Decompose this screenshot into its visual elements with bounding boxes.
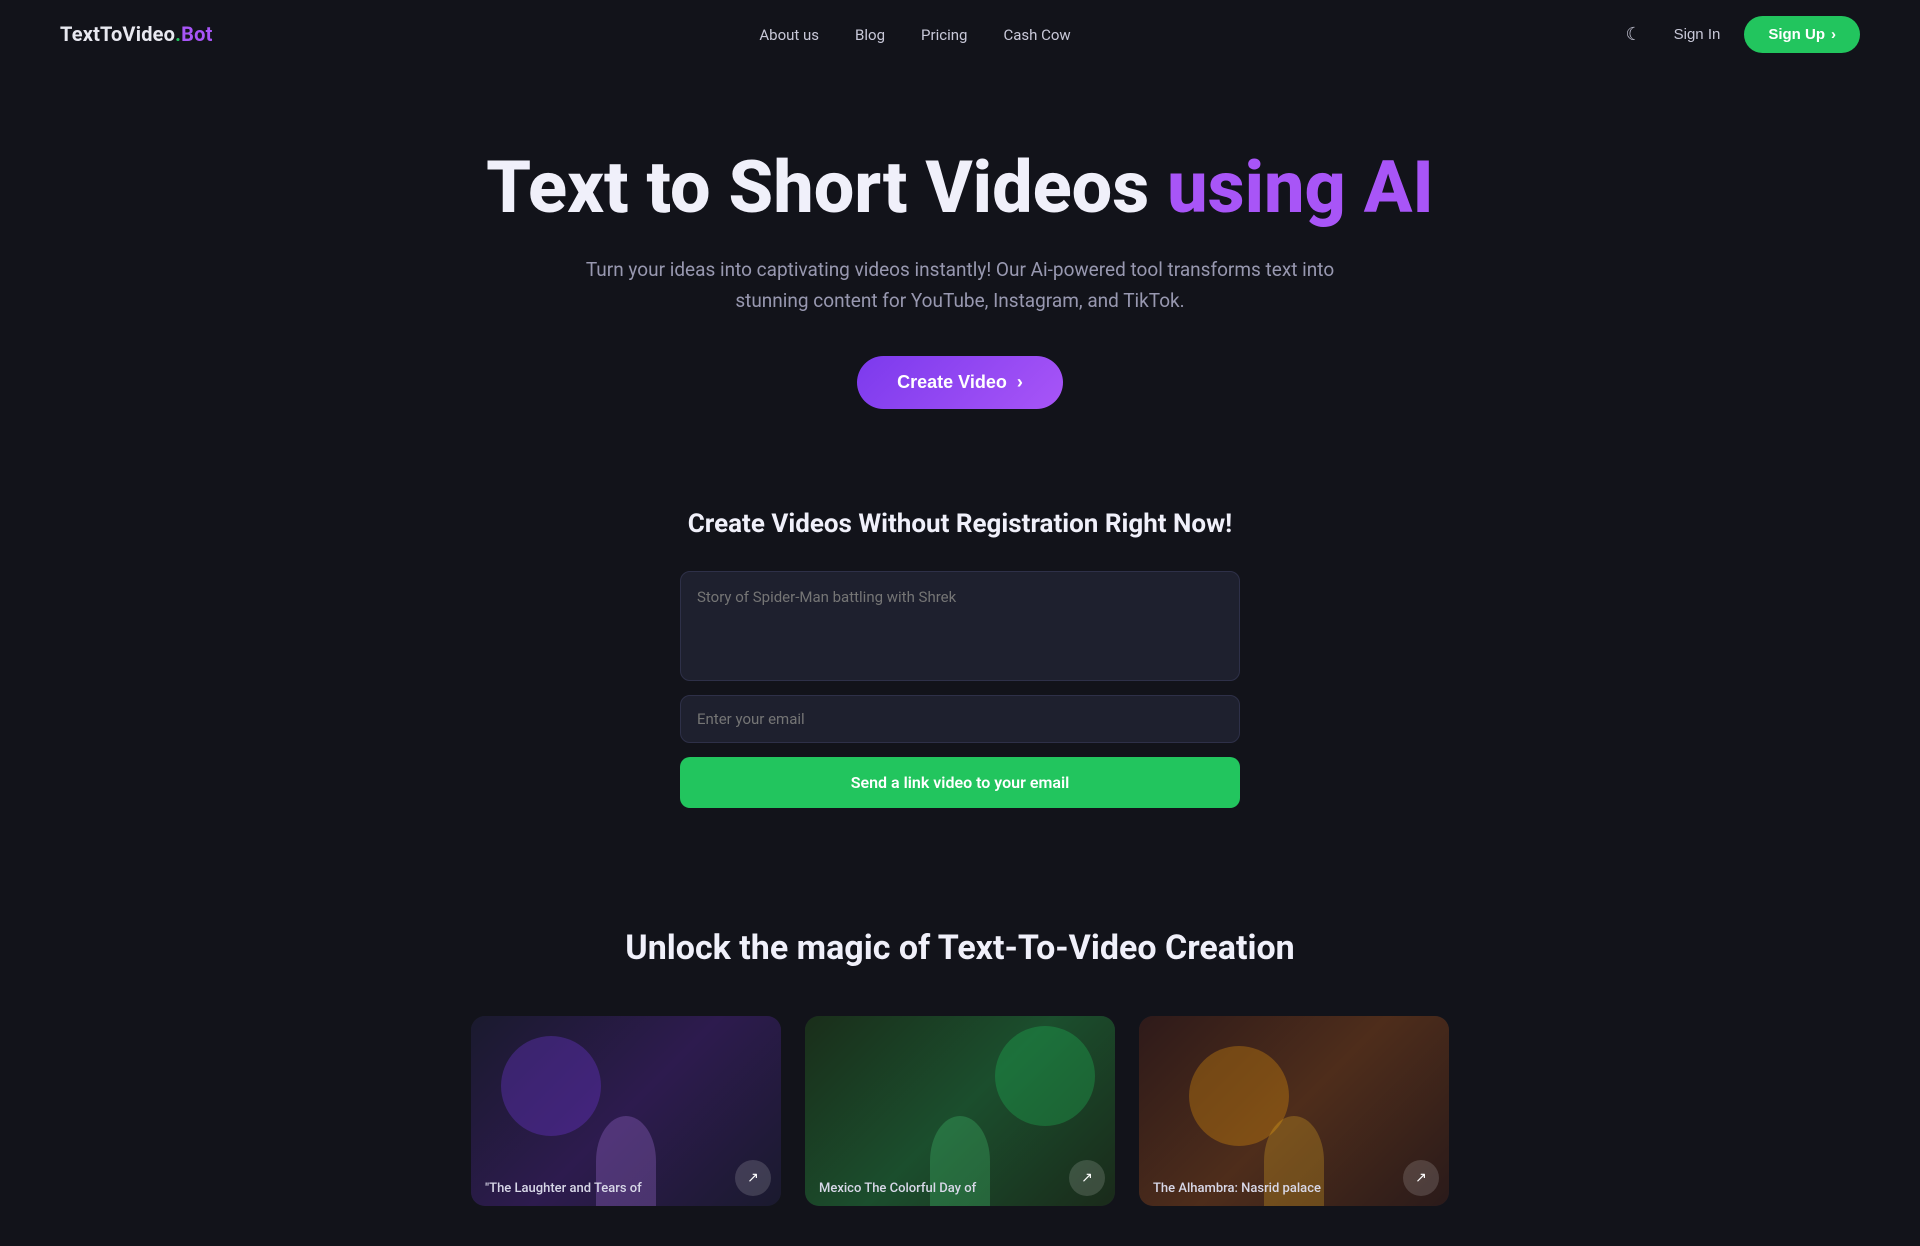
sign-in-button[interactable]: Sign In [1674, 26, 1721, 43]
logo: TextToVideo.Bot [60, 22, 213, 46]
sign-up-button[interactable]: Sign Up › [1744, 16, 1860, 53]
hero-heading-part1: Text to Short Videos [486, 145, 1167, 230]
magic-heading: Unlock the magic of Text-To-Video Creati… [20, 928, 1900, 968]
video-card: "The Laughter and Tears of ↗ [471, 1016, 781, 1206]
share-icon: ↗ [1415, 1169, 1427, 1186]
card-label: Mexico The Colorful Day of [805, 1171, 1069, 1206]
card-label: "The Laughter and Tears of [471, 1171, 735, 1206]
dark-mode-toggle[interactable]: ☾ [1617, 20, 1649, 49]
share-button[interactable]: ↗ [735, 1160, 771, 1196]
share-icon: ↗ [747, 1169, 759, 1186]
video-card: The Alhambra: Nasrid palace ↗ [1139, 1016, 1449, 1206]
video-card: Mexico The Colorful Day of ↗ [805, 1016, 1115, 1206]
create-video-button[interactable]: Create Video › [857, 356, 1063, 409]
form-section: Create Videos Without Registration Right… [0, 469, 1920, 868]
sign-up-label: Sign Up [1768, 26, 1825, 43]
nav-item-blog[interactable]: Blog [855, 25, 885, 44]
send-link-button[interactable]: Send a link video to your email [680, 757, 1240, 808]
share-button[interactable]: ↗ [1069, 1160, 1105, 1196]
hero-heading: Text to Short Videos using AI [20, 148, 1900, 227]
hero-subtext: Turn your ideas into captivating videos … [560, 255, 1360, 316]
magic-section: Unlock the magic of Text-To-Video Creati… [0, 868, 1920, 1246]
video-form: Send a link video to your email [680, 571, 1240, 808]
email-input[interactable] [680, 695, 1240, 743]
arrow-right-icon: › [1017, 372, 1023, 393]
video-cards-container: "The Laughter and Tears of ↗ Mexico The … [20, 1016, 1900, 1206]
card-label: The Alhambra: Nasrid palace [1139, 1171, 1403, 1206]
nav-right: ☾ Sign In Sign Up › [1617, 16, 1860, 53]
create-video-label: Create Video [897, 372, 1007, 393]
logo-text-before: TextToVideo [60, 22, 175, 46]
nav-item-pricing[interactable]: Pricing [921, 25, 967, 44]
form-heading: Create Videos Without Registration Right… [20, 509, 1900, 539]
share-icon: ↗ [1081, 1169, 1093, 1186]
nav-item-about[interactable]: About us [759, 25, 819, 44]
moon-icon: ☾ [1625, 24, 1641, 44]
nav-links: About us Blog Pricing Cash Cow [759, 25, 1070, 44]
chevron-right-icon: › [1831, 26, 1836, 43]
hero-heading-highlight: using AI [1167, 145, 1434, 230]
hero-section: Text to Short Videos using AI Turn your … [0, 68, 1920, 469]
share-button[interactable]: ↗ [1403, 1160, 1439, 1196]
logo-text-after: Bot [181, 22, 212, 46]
nav-item-cashcow[interactable]: Cash Cow [1003, 25, 1070, 44]
navbar: TextToVideo.Bot About us Blog Pricing Ca… [0, 0, 1920, 68]
story-textarea[interactable] [680, 571, 1240, 681]
